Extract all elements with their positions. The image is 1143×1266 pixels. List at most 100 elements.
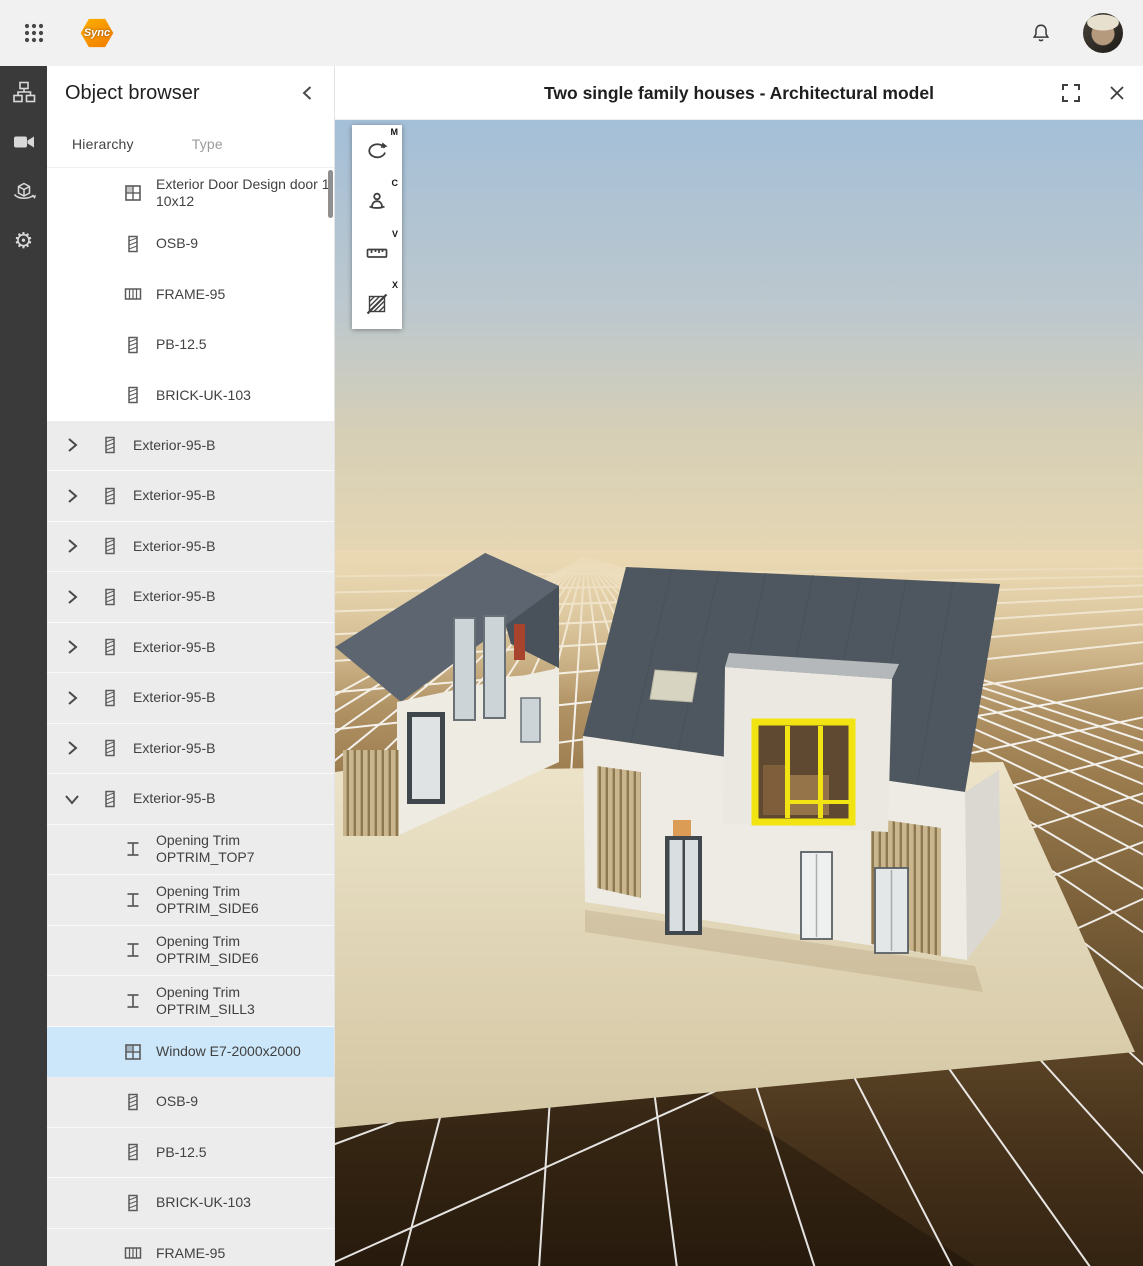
tree-item[interactable]: Exterior-95-B: [47, 421, 334, 472]
tree-item[interactable]: FRAME-95: [47, 1229, 334, 1266]
sky: [335, 120, 1143, 582]
tree-item[interactable]: Exterior-95-B: [47, 774, 334, 825]
tree-item-label: BRICK-UK-103: [156, 1194, 251, 1211]
wall-icon: [100, 486, 120, 506]
avatar[interactable]: [1083, 13, 1123, 53]
bell-icon[interactable]: [1023, 15, 1059, 51]
tree-item-label: PB-12.5: [156, 336, 207, 353]
tree-item-label: Window E7-2000x2000: [156, 1043, 301, 1060]
fullscreen-icon: [1060, 82, 1082, 104]
rail-3d-model-button[interactable]: [0, 167, 47, 217]
window-icon: [123, 183, 143, 203]
left-rail: ⚙: [0, 66, 47, 1266]
panel-title: Object browser: [65, 82, 200, 105]
wall-icon: [100, 435, 120, 455]
first-person-tool-button[interactable]: C: [352, 176, 402, 227]
chevron-right-icon[interactable]: [61, 636, 83, 658]
object-tree: Exterior Door Design door 110x12 OSB-9 FRA…: [47, 168, 334, 1266]
tree-item[interactable]: OSB-9: [47, 219, 334, 270]
wall-icon: [100, 536, 120, 556]
rail-camera-button[interactable]: [0, 117, 47, 167]
model-viewer: Two single family houses - Architectural…: [335, 66, 1143, 1266]
tree-item-label: Exterior-95-B: [133, 487, 215, 504]
tree-item-label: PB-12.5: [156, 1144, 207, 1161]
tool-shortcut: C: [392, 178, 399, 188]
tree-item[interactable]: Exterior-95-B: [47, 522, 334, 573]
tree-item[interactable]: Exterior-95-B: [47, 471, 334, 522]
tree-item[interactable]: BRICK-UK-103: [47, 1178, 334, 1229]
chevron-right-icon[interactable]: [61, 737, 83, 759]
tree-item-label: OSB-9: [156, 1093, 198, 1110]
window-icon: [123, 1042, 143, 1062]
selected-window-highlight[interactable]: [755, 722, 852, 822]
application-window: Sync: [0, 0, 1143, 1266]
trim-icon: [123, 839, 143, 859]
tree-item-label: Opening TrimOPTRIM_SIDE6: [156, 933, 259, 967]
tree-item-label: FRAME-95: [156, 1245, 225, 1262]
orbit-icon: [365, 139, 389, 163]
3d-scene[interactable]: M C V: [335, 120, 1143, 1266]
tree-item[interactable]: Opening TrimOPTRIM_SIDE6: [47, 875, 334, 926]
tree-item[interactable]: Opening TrimOPTRIM_SIDE6: [47, 926, 334, 977]
sync-logo[interactable]: Sync: [80, 18, 114, 48]
wall-icon: [100, 587, 120, 607]
tree-item[interactable]: OSB-9: [47, 1077, 334, 1128]
rail-settings-button[interactable]: ⚙: [0, 217, 47, 267]
chevron-right-icon[interactable]: [61, 586, 83, 608]
tree-item-label: Exterior-95-B: [133, 740, 215, 757]
tree-item[interactable]: Window E7-2000x2000: [47, 1027, 334, 1078]
tree-item[interactable]: Opening TrimOPTRIM_SILL3: [47, 976, 334, 1027]
tree-item[interactable]: Exterior Door Design door 110x12: [47, 168, 334, 219]
house-right[interactable]: [583, 567, 1001, 960]
hatch-icon: [123, 385, 143, 405]
hatch-icon: [123, 335, 143, 355]
hatch-icon: [123, 1092, 143, 1112]
wall-icon: [100, 789, 120, 809]
app-bar: Sync: [0, 0, 1143, 66]
object-browser-panel: Object browser Hierarchy Type Exterior D…: [47, 66, 335, 1266]
tree-item[interactable]: Exterior-95-B: [47, 572, 334, 623]
roof-window: [650, 670, 697, 702]
chevron-right-icon[interactable]: [61, 434, 83, 456]
panel-header: Object browser: [47, 66, 334, 120]
chevron-right-icon[interactable]: [61, 485, 83, 507]
chevron-right-icon[interactable]: [61, 535, 83, 557]
person-icon: [365, 190, 389, 214]
tree-item[interactable]: Exterior-95-B: [47, 623, 334, 674]
fullscreen-button[interactable]: [1055, 77, 1087, 109]
frame-icon: [123, 1243, 143, 1263]
tree-item-label: Exterior-95-B: [133, 689, 215, 706]
measure-tool-button[interactable]: V: [352, 227, 402, 278]
viewer-title: Two single family houses - Architectural…: [335, 66, 1143, 120]
collapse-panel-button[interactable]: [292, 77, 324, 109]
tree-item[interactable]: PB-12.5: [47, 320, 334, 371]
tree-item[interactable]: Exterior-95-B: [47, 724, 334, 775]
trim-icon: [123, 940, 143, 960]
tool-shortcut: M: [391, 127, 399, 137]
tree-item-label: OSB-9: [156, 235, 198, 252]
hatch-icon: [123, 1193, 143, 1213]
viewer-header: Two single family houses - Architectural…: [335, 66, 1143, 120]
tree-item[interactable]: Exterior-95-B: [47, 673, 334, 724]
tree-item-label: Opening TrimOPTRIM_SIDE6: [156, 883, 259, 917]
browser-tabs: Hierarchy Type: [47, 120, 334, 168]
tree-item[interactable]: Opening TrimOPTRIM_TOP7: [47, 825, 334, 876]
hatch-icon: [123, 234, 143, 254]
tab-hierarchy[interactable]: Hierarchy: [72, 136, 134, 152]
chevron-down-icon[interactable]: [61, 788, 83, 810]
tree-item[interactable]: BRICK-UK-103: [47, 370, 334, 421]
scrollbar-thumb[interactable]: [328, 170, 333, 218]
apps-grid-icon[interactable]: [14, 13, 54, 53]
chevron-right-icon[interactable]: [61, 687, 83, 709]
close-button[interactable]: [1101, 77, 1133, 109]
tab-type[interactable]: Type: [192, 136, 223, 152]
rail-hierarchy-button[interactable]: [0, 67, 47, 117]
orbit-tool-button[interactable]: M: [352, 125, 402, 176]
tree-item-label: Opening TrimOPTRIM_SILL3: [156, 984, 255, 1018]
tree-item[interactable]: FRAME-95: [47, 269, 334, 320]
tool-shortcut: V: [392, 229, 398, 239]
chevron-left-icon: [297, 82, 319, 104]
tree-item[interactable]: PB-12.5: [47, 1128, 334, 1179]
3d-viewport[interactable]: [335, 120, 1143, 1266]
hide-section-tool-button[interactable]: X: [352, 278, 402, 329]
